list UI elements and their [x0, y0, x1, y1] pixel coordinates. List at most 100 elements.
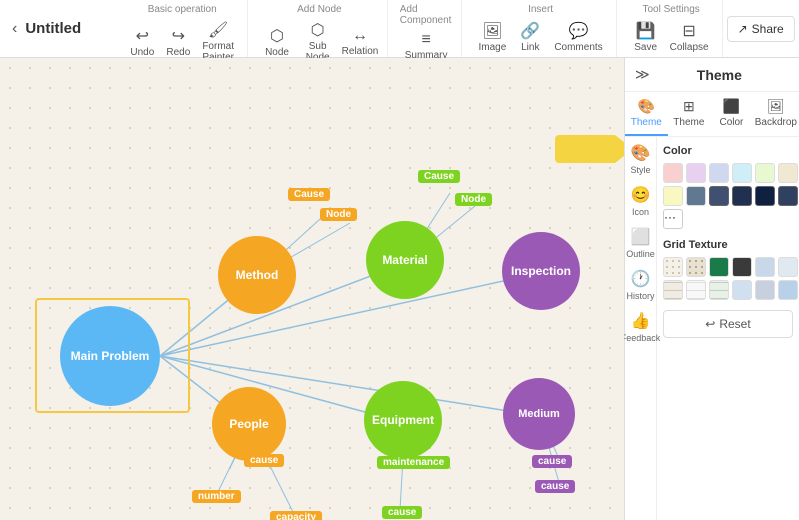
color-swatch-10[interactable] [732, 186, 752, 206]
comments-button[interactable]: 💬 Comments [549, 18, 607, 56]
color-tab-icon: ⬛ [723, 98, 740, 115]
color-swatch-more[interactable]: ··· [663, 209, 683, 229]
summary-icon: ≡ [421, 31, 430, 49]
toolbar-group-add-node: Add Node ⬡ Node ⬡ Sub Node ↔ Relation [252, 0, 388, 57]
texture-swatch-6[interactable] [778, 257, 798, 277]
theme-tab-icon: 🎨 [638, 98, 655, 115]
undo-label: Undo [130, 47, 154, 58]
texture-swatch-7[interactable] [663, 280, 683, 300]
grid-texture-grid [663, 257, 793, 300]
texture-swatch-4[interactable] [732, 257, 752, 277]
method-node[interactable]: Method [218, 236, 296, 314]
color-swatch-4[interactable] [732, 163, 752, 183]
relation-label: Relation [342, 46, 379, 57]
tab-theme2[interactable]: ⊞ Theme [668, 92, 711, 136]
color-swatch-11[interactable] [755, 186, 775, 206]
icon-icon-item[interactable]: 😊 Icon [631, 185, 651, 217]
share-button[interactable]: ↗ Share [727, 16, 795, 42]
collapse-label: Collapse [670, 42, 709, 53]
tag-cause-1: Cause [288, 188, 330, 201]
color-swatch-5[interactable] [755, 163, 775, 183]
sidebar-header: ≫ Theme [625, 58, 799, 92]
tag-maintenance: maintenance [377, 456, 450, 469]
tab-color[interactable]: ⬛ Color [710, 92, 753, 136]
inspection-node[interactable]: Inspection [502, 232, 580, 310]
backdrop-tab-label: Backdrop [755, 117, 797, 128]
save-icon: 💾 [636, 21, 656, 41]
toolbar-group-insert: Insert 🖼 Image 🔗 Link 💬 Comments [466, 0, 617, 57]
texture-swatch-9[interactable] [709, 280, 729, 300]
color-swatch-2[interactable] [686, 163, 706, 183]
reset-button[interactable]: ↩ Reset [663, 310, 793, 338]
backdrop-tab-icon: 🖼 [767, 98, 785, 115]
format-painter-icon: 🖌 [208, 20, 228, 40]
image-button[interactable]: 🖼 Image [474, 18, 512, 56]
tab-backdrop[interactable]: 🖼 Backdrop [753, 92, 799, 136]
sidebar-tabs: 🎨 Theme ⊞ Theme ⬛ Color 🖼 Backdrop [625, 92, 799, 137]
main-problem-node[interactable]: Main Problem [60, 306, 160, 406]
node-icon: ⬡ [270, 26, 284, 46]
feedback-icon: 👍 [631, 311, 651, 331]
history-label: History [626, 291, 654, 301]
style-icon-item[interactable]: 🎨 Style [630, 143, 650, 175]
insert-label: Insert [528, 4, 553, 15]
back-button[interactable]: ‹ [8, 16, 21, 42]
comments-label: Comments [554, 42, 602, 53]
color-section-title: Color [663, 145, 793, 157]
undo-button[interactable]: ↩ Undo [125, 23, 159, 61]
feedback-label: Feedback [621, 333, 661, 343]
texture-swatch-2[interactable] [686, 257, 706, 277]
tool-settings-label: Tool Settings [643, 4, 700, 15]
people-node[interactable]: People [212, 387, 286, 461]
collapse-icon: ⊟ [682, 21, 695, 41]
texture-swatch-11[interactable] [755, 280, 775, 300]
sidebar-content-area: 🎨 Style 😊 Icon ⬜ Outline 🕐 History 👍 [625, 137, 799, 520]
tag-node-1: Node [320, 208, 357, 221]
link-button[interactable]: 🔗 Link [513, 18, 547, 56]
theme2-tab-icon: ⊞ [683, 98, 695, 115]
feedback-icon-item[interactable]: 👍 Feedback [621, 311, 661, 343]
tag-cause-4: cause [382, 506, 422, 519]
texture-swatch-5[interactable] [755, 257, 775, 277]
main-area: Main Problem Method Material Inspection … [0, 58, 799, 520]
canvas-area[interactable]: Main Problem Method Material Inspection … [0, 58, 624, 520]
material-node[interactable]: Material [366, 221, 444, 299]
color-swatch-12[interactable] [778, 186, 798, 206]
link-icon: 🔗 [520, 21, 540, 41]
node-button[interactable]: ⬡ Node [260, 23, 294, 61]
collapse-button[interactable]: ⊟ Collapse [665, 18, 714, 56]
tool-settings-items: 💾 Save ⊟ Collapse [629, 17, 714, 57]
history-icon-item[interactable]: 🕐 History [626, 269, 654, 301]
share-label: Share [752, 22, 784, 36]
outline-icon-item[interactable]: ⬜ Outline [626, 227, 655, 259]
tab-theme[interactable]: 🎨 Theme [625, 92, 668, 136]
tag-cause-5: cause [532, 455, 572, 468]
texture-swatch-12[interactable] [778, 280, 798, 300]
texture-swatch-8[interactable] [686, 280, 706, 300]
redo-button[interactable]: ↪ Redo [161, 23, 195, 61]
medium-node[interactable]: Medium [503, 378, 575, 450]
color-swatch-1[interactable] [663, 163, 683, 183]
relation-button[interactable]: ↔ Relation [341, 24, 378, 60]
outline-icon: ⬜ [631, 227, 651, 247]
sidebar: ≫ Theme 🎨 Theme ⊞ Theme ⬛ Color 🖼 Backdr… [624, 58, 799, 520]
color-swatch-8[interactable] [686, 186, 706, 206]
tag-cause-3: cause [244, 454, 284, 467]
color-swatch-6[interactable] [778, 163, 798, 183]
color-swatch-7[interactable] [663, 186, 683, 206]
color-swatch-9[interactable] [709, 186, 729, 206]
color-grid: ··· [663, 163, 793, 229]
icon-label: Icon [632, 207, 649, 217]
arrow-indicator [555, 135, 615, 163]
emoji-icon: 😊 [631, 185, 651, 205]
sidebar-main-content: Color ··· Grid Texture [657, 137, 799, 520]
texture-swatch-1[interactable] [663, 257, 683, 277]
texture-swatch-10[interactable] [732, 280, 752, 300]
add-node-label: Add Node [297, 4, 341, 15]
texture-swatch-3[interactable] [709, 257, 729, 277]
theme-tab-label: Theme [631, 117, 662, 128]
sidebar-collapse-button[interactable]: ≫ [635, 66, 650, 83]
equipment-node[interactable]: Equipment [364, 381, 442, 459]
color-swatch-3[interactable] [709, 163, 729, 183]
save-button[interactable]: 💾 Save [629, 18, 663, 56]
